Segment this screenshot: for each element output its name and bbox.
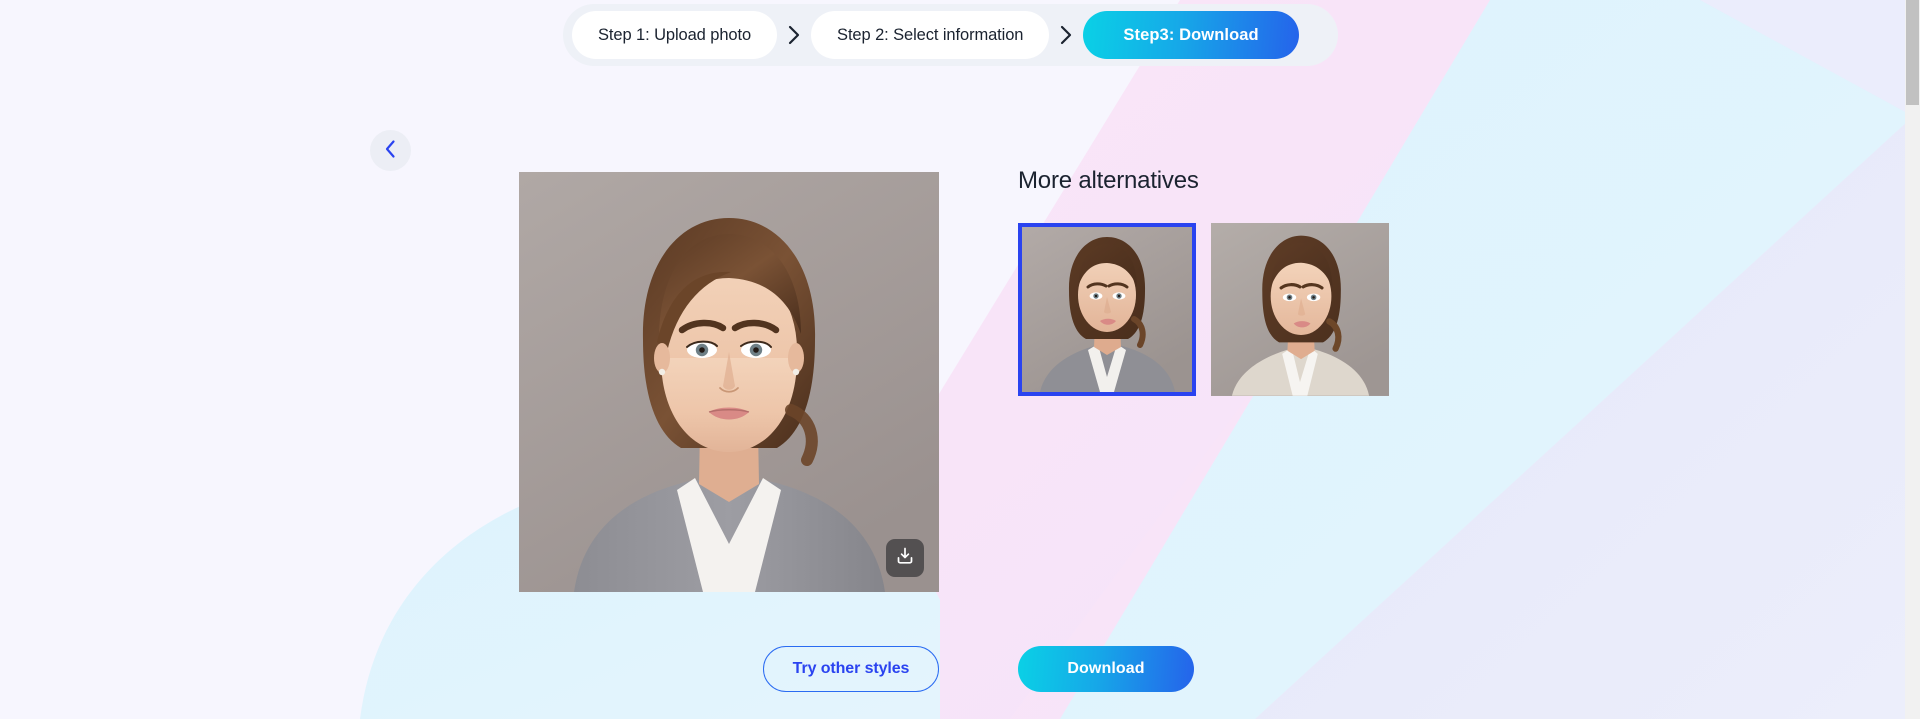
alternative-thumbnail-2[interactable] [1211, 223, 1389, 396]
background-shapes [0, 0, 1920, 719]
download-button-label: Download [1067, 660, 1145, 677]
step-3-label: Step3: Download [1123, 25, 1259, 44]
back-button[interactable] [370, 130, 411, 171]
preview-photo[interactable] [519, 172, 939, 592]
alternatives-list [1018, 223, 1389, 396]
preview-photo-image [519, 172, 939, 592]
scrollbar-track[interactable] [1905, 0, 1920, 719]
step-3-download[interactable]: Step3: Download [1083, 11, 1299, 59]
alternatives-title: More alternatives [1018, 167, 1199, 194]
scrollbar-thumb[interactable] [1906, 0, 1919, 105]
try-other-styles-button[interactable]: Try other styles [763, 646, 939, 692]
background-decoration [0, 0, 1920, 719]
download-button[interactable]: Download [1018, 646, 1194, 692]
download-icon [895, 546, 915, 571]
step-1-label: Step 1: Upload photo [598, 25, 752, 44]
step-1-upload-photo[interactable]: Step 1: Upload photo [572, 11, 778, 59]
alternative-thumbnail-1[interactable] [1018, 223, 1196, 396]
chevron-right-icon [777, 24, 811, 46]
try-other-styles-label: Try other styles [792, 660, 910, 677]
alternative-thumbnail-2-image [1211, 223, 1389, 396]
stepper: Step 1: Upload photo Step 2: Select info… [563, 4, 1338, 66]
chevron-left-icon [384, 139, 397, 162]
download-overlay-button[interactable] [886, 539, 924, 577]
alternative-thumbnail-1-image [1022, 227, 1192, 392]
chevron-right-icon-2 [1049, 24, 1083, 46]
step-2-label: Step 2: Select information [837, 25, 1024, 44]
step-2-select-information[interactable]: Step 2: Select information [811, 11, 1050, 59]
